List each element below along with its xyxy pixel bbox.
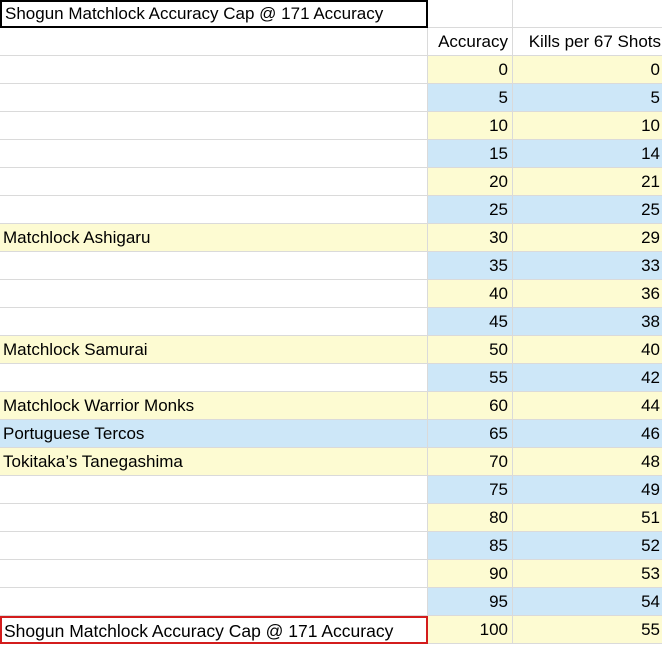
- spreadsheet: Shogun Matchlock Accuracy Cap @ 171 Accu…: [0, 0, 662, 646]
- accuracy-cell[interactable]: 50: [428, 336, 513, 364]
- kills-cell[interactable]: 25: [513, 196, 662, 224]
- kills-cell[interactable]: 46: [513, 420, 662, 448]
- accuracy-cell[interactable]: 5: [428, 84, 513, 112]
- table-row: 85 52: [0, 532, 662, 560]
- data-rows: 0 0 5 5 10 10 15 14 20 21 25 25 Matchlock Ashigaru 30…: [0, 56, 662, 644]
- table-row: 95 54: [0, 588, 662, 616]
- kills-cell[interactable]: 5: [513, 84, 662, 112]
- accuracy-cell[interactable]: 100: [428, 616, 513, 644]
- accuracy-header[interactable]: Accuracy: [428, 28, 513, 56]
- accuracy-cell[interactable]: 35: [428, 252, 513, 280]
- table-row: Matchlock Samurai 50 40: [0, 336, 662, 364]
- accuracy-cell[interactable]: 45: [428, 308, 513, 336]
- table-row: 45 38: [0, 308, 662, 336]
- table-row: Shogun Matchlock Accuracy Cap @ 171 Accu…: [0, 616, 662, 644]
- kills-cell[interactable]: 21: [513, 168, 662, 196]
- kills-cell[interactable]: 10: [513, 112, 662, 140]
- kills-cell[interactable]: 55: [513, 616, 662, 644]
- empty-cell[interactable]: [513, 0, 662, 28]
- kills-cell[interactable]: 40: [513, 336, 662, 364]
- table-row: 00: [0, 56, 662, 84]
- table-row: 55 42: [0, 364, 662, 392]
- table-row: 90 53: [0, 560, 662, 588]
- kills-cell[interactable]: 42: [513, 364, 662, 392]
- unit-name-cell[interactable]: Matchlock Warrior Monks: [0, 392, 428, 420]
- kills-cell[interactable]: 38: [513, 308, 662, 336]
- accuracy-cell[interactable]: 85: [428, 532, 513, 560]
- accuracy-cell[interactable]: 0: [428, 56, 513, 84]
- table-row: Tokitaka’s Tanegashima 70 48: [0, 448, 662, 476]
- table-row: 15 14: [0, 140, 662, 168]
- table-row: 35 33: [0, 252, 662, 280]
- unit-name-cell[interactable]: Matchlock Ashigaru: [0, 224, 428, 252]
- accuracy-cell[interactable]: 15: [428, 140, 513, 168]
- title-row: Shogun Matchlock Accuracy Cap @ 171 Accu…: [0, 0, 662, 28]
- empty-cell[interactable]: [0, 112, 428, 140]
- table-row: 10 10: [0, 112, 662, 140]
- kills-cell[interactable]: 54: [513, 588, 662, 616]
- kills-cell[interactable]: 49: [513, 476, 662, 504]
- table-row: 75 49: [0, 476, 662, 504]
- accuracy-cell[interactable]: 95: [428, 588, 513, 616]
- empty-cell[interactable]: [0, 56, 428, 84]
- table-row: 20 21: [0, 168, 662, 196]
- kills-cell[interactable]: 51: [513, 504, 662, 532]
- empty-cell[interactable]: [0, 308, 428, 336]
- header-row: Accuracy Kills per 67 Shots: [0, 28, 662, 56]
- kills-cell[interactable]: 44: [513, 392, 662, 420]
- kills-cell[interactable]: 53: [513, 560, 662, 588]
- empty-cell[interactable]: [0, 504, 428, 532]
- empty-cell[interactable]: [428, 0, 513, 28]
- empty-cell[interactable]: [0, 140, 428, 168]
- accuracy-cap-cell[interactable]: Shogun Matchlock Accuracy Cap @ 171 Accu…: [0, 616, 428, 644]
- kills-cell[interactable]: 48: [513, 448, 662, 476]
- kills-header[interactable]: Kills per 67 Shots: [513, 28, 662, 56]
- empty-cell[interactable]: [0, 84, 428, 112]
- empty-cell[interactable]: [0, 280, 428, 308]
- empty-cell[interactable]: [0, 476, 428, 504]
- unit-name-cell[interactable]: Tokitaka’s Tanegashima: [0, 448, 428, 476]
- accuracy-cell[interactable]: 90: [428, 560, 513, 588]
- table-row: Matchlock Warrior Monks 60 44: [0, 392, 662, 420]
- table-row: 55: [0, 84, 662, 112]
- empty-cell[interactable]: [0, 364, 428, 392]
- accuracy-cell[interactable]: 65: [428, 420, 513, 448]
- empty-cell[interactable]: [0, 588, 428, 616]
- unit-name-cell[interactable]: Matchlock Samurai: [0, 336, 428, 364]
- accuracy-cell[interactable]: 55: [428, 364, 513, 392]
- accuracy-cell[interactable]: 75: [428, 476, 513, 504]
- empty-cell[interactable]: [0, 532, 428, 560]
- table-row: 80 51: [0, 504, 662, 532]
- kills-cell[interactable]: 0: [513, 56, 662, 84]
- empty-cell[interactable]: [0, 196, 428, 224]
- accuracy-cell[interactable]: 10: [428, 112, 513, 140]
- empty-cell[interactable]: [0, 168, 428, 196]
- table-row: 25 25: [0, 196, 662, 224]
- empty-cell[interactable]: [0, 252, 428, 280]
- accuracy-cell[interactable]: 60: [428, 392, 513, 420]
- table-row: Portuguese Tercos 65 46: [0, 420, 662, 448]
- accuracy-cell[interactable]: 25: [428, 196, 513, 224]
- accuracy-cell[interactable]: 20: [428, 168, 513, 196]
- sheet-title-cell[interactable]: Shogun Matchlock Accuracy Cap @ 171 Accu…: [0, 0, 428, 28]
- unit-name-cell[interactable]: Portuguese Tercos: [0, 420, 428, 448]
- accuracy-cell[interactable]: 80: [428, 504, 513, 532]
- accuracy-cell[interactable]: 70: [428, 448, 513, 476]
- table-row: Matchlock Ashigaru 30 29: [0, 224, 662, 252]
- table-row: 40 36: [0, 280, 662, 308]
- kills-cell[interactable]: 52: [513, 532, 662, 560]
- empty-cell[interactable]: [0, 560, 428, 588]
- kills-cell[interactable]: 36: [513, 280, 662, 308]
- kills-cell[interactable]: 29: [513, 224, 662, 252]
- accuracy-cell[interactable]: 30: [428, 224, 513, 252]
- accuracy-cell[interactable]: 40: [428, 280, 513, 308]
- empty-cell[interactable]: [0, 28, 428, 56]
- kills-cell[interactable]: 14: [513, 140, 662, 168]
- kills-cell[interactable]: 33: [513, 252, 662, 280]
